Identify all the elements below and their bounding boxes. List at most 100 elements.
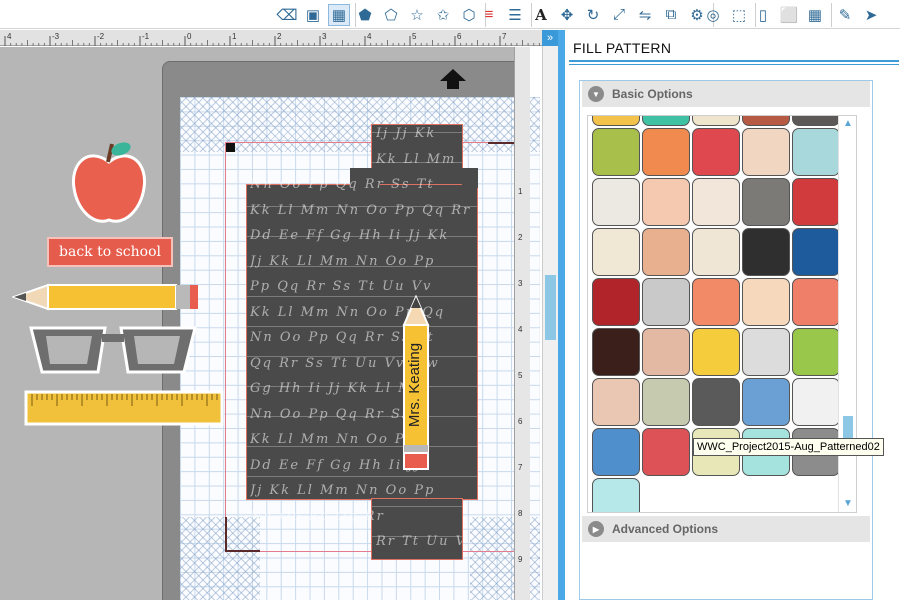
chalk-letter-line: Nn Oo Pp Qq Rr Ss — [250, 406, 411, 422]
line-style-icon[interactable]: ☰ — [504, 4, 526, 26]
pattern-swatch[interactable] — [642, 278, 690, 326]
advanced-options-header[interactable]: ▶ Advanced Options — [582, 516, 870, 542]
basic-options-label: Basic Options — [612, 87, 693, 101]
vruler-tick-label: 6 — [518, 417, 523, 426]
panel-title: FILL PATTERN — [573, 40, 672, 56]
text-icon[interactable]: A — [530, 4, 552, 26]
chalk-letter-line: Pp Qq Rr Ss Tt Uu Vv — [250, 279, 433, 294]
vruler-tick-label: 9 — [518, 555, 523, 564]
vertical-ruler: 12345678910 — [514, 47, 530, 600]
pattern-swatch[interactable] — [642, 328, 690, 376]
grid-icon[interactable]: ▦ — [804, 4, 826, 26]
ruler-tick-label: 3 — [322, 32, 327, 41]
send-icon[interactable]: ➤ — [860, 4, 882, 26]
pattern-swatch[interactable] — [792, 228, 840, 276]
pattern-swatch[interactable] — [592, 478, 640, 512]
pattern-swatch[interactable] — [742, 128, 790, 176]
pentagon-icon[interactable]: ⬟ — [354, 4, 376, 26]
pattern-swatch[interactable] — [592, 178, 640, 226]
ruler-tick-label: 2 — [277, 32, 282, 41]
pentagon-outline-icon[interactable]: ⬠ — [380, 4, 402, 26]
move-icon[interactable]: ✥ — [556, 4, 578, 26]
pattern-swatch[interactable] — [592, 228, 640, 276]
ruler-tick-label: 6 — [457, 32, 462, 41]
scale-icon[interactable]: ⤢ — [608, 4, 630, 26]
ruler-ticks: 4 -3 -2 -1 0 1 2 3 4 5 6 7 — [4, 32, 540, 46]
page-setup-icon[interactable]: ▯ — [752, 4, 774, 26]
pattern-swatch[interactable] — [642, 128, 690, 176]
ruler-tick-label: -1 — [142, 32, 150, 41]
apple-sticker-icon[interactable] — [68, 136, 150, 228]
chalk-letter-line: Rr Tt Uu Vv Ww — [376, 534, 462, 549]
horizontal-ruler: 4 -3 -2 -1 0 1 2 3 4 5 6 7 — [0, 30, 542, 46]
mirror-icon[interactable]: ⇋ — [634, 4, 656, 26]
pattern-swatch[interactable] — [692, 116, 740, 126]
pencil-label-text: Mrs. Keating — [406, 342, 423, 428]
pattern-swatch[interactable] — [642, 428, 690, 476]
pattern-swatch[interactable] — [592, 128, 640, 176]
eraser-icon[interactable]: ⌫ — [276, 4, 298, 26]
chalk-letter-line: Kk Ll Mm Nn Oo Pp — [250, 432, 416, 447]
fill-color-icon[interactable]: ▣ — [302, 4, 324, 26]
pattern-swatch[interactable] — [642, 116, 690, 126]
pattern-swatch[interactable] — [792, 178, 840, 226]
chalk-letter-line: Nn Oo Pp Qq Rr — [250, 508, 385, 524]
pattern-swatch[interactable] — [692, 128, 740, 176]
pattern-swatch[interactable] — [592, 378, 640, 426]
offset-icon[interactable]: ◎ — [702, 4, 724, 26]
pattern-swatch[interactable] — [692, 378, 740, 426]
shape-tools-group: ⬟ ⬠ ☆ ✩ ⬡ — [352, 0, 489, 29]
pattern-swatch[interactable] — [742, 278, 790, 326]
pattern-swatch[interactable] — [742, 178, 790, 226]
expand-arrow-icon: ▶ — [588, 521, 604, 537]
pattern-swatch[interactable] — [792, 128, 840, 176]
feed-direction-arrow-icon — [440, 69, 466, 89]
back-to-school-label[interactable]: back to school — [47, 237, 173, 267]
collapse-panel-icon[interactable]: » — [542, 30, 558, 46]
pattern-swatch[interactable] — [792, 378, 840, 426]
pattern-swatch[interactable] — [742, 328, 790, 376]
pattern-swatch[interactable] — [692, 328, 740, 376]
chalkboard-tab-bottom[interactable] — [371, 498, 463, 560]
fill-pattern-icon[interactable]: ▦ — [328, 3, 350, 26]
pattern-swatch[interactable] — [692, 178, 740, 226]
star-outline-icon[interactable]: ✩ — [432, 4, 454, 26]
pattern-swatch[interactable] — [642, 178, 690, 226]
ruler-tick-label: 1 — [232, 32, 237, 41]
scroll-down-icon[interactable]: ▼ — [842, 498, 854, 510]
pattern-swatch[interactable] — [792, 116, 840, 126]
page-tools-group: ▯ ⬜ ▦ — [750, 0, 835, 29]
pattern-swatch[interactable] — [792, 278, 840, 326]
pattern-swatch[interactable] — [592, 116, 640, 126]
chalkboard-notch — [462, 168, 478, 188]
pattern-swatch[interactable] — [592, 278, 640, 326]
chalk-letter-line: Nn Oo Pp Qq Rr Ss Tt — [250, 177, 435, 192]
star-icon[interactable]: ☆ — [406, 4, 428, 26]
pattern-swatch[interactable] — [692, 228, 740, 276]
cut-border-icon[interactable]: ⬜ — [778, 4, 800, 26]
pattern-swatch[interactable] — [692, 278, 740, 326]
replicate-icon[interactable]: ⧉ — [660, 4, 682, 26]
pattern-swatch[interactable] — [592, 328, 640, 376]
pattern-swatch[interactable] — [642, 378, 690, 426]
pattern-swatch[interactable] — [592, 428, 640, 476]
basic-options-header[interactable]: ▼ Basic Options — [582, 81, 870, 107]
pattern-swatch[interactable] — [642, 228, 690, 276]
ruler-tick-label: -3 — [52, 32, 60, 41]
pattern-swatch[interactable] — [742, 378, 790, 426]
canvas-scrollbar[interactable] — [542, 30, 558, 600]
toolbar: ⌫ ▣ ▦ ⬟ ⬠ ☆ ✩ ⬡ ≡ ☰ A ✥ ↻ ⤢ ⇋ ⧉ ⚙ ◎ ⬚ ▯ … — [0, 0, 900, 29]
rotate-icon[interactable]: ↻ — [582, 4, 604, 26]
pencil-sticker-icon[interactable] — [12, 282, 198, 312]
ruler-sticker-icon[interactable] — [24, 390, 224, 426]
scroll-up-icon[interactable]: ▲ — [842, 118, 854, 130]
pen-icon[interactable]: ✎ — [834, 4, 856, 26]
panel-divider[interactable] — [558, 30, 565, 600]
pattern-swatch[interactable] — [742, 228, 790, 276]
pattern-swatch[interactable] — [742, 116, 790, 126]
line-color-icon[interactable]: ≡ — [478, 4, 500, 26]
canvas-scroll-thumb[interactable] — [545, 275, 556, 340]
glasses-sticker-icon[interactable] — [28, 322, 198, 380]
pattern-swatch[interactable] — [792, 328, 840, 376]
trace-icon[interactable]: ⬚ — [728, 4, 750, 26]
